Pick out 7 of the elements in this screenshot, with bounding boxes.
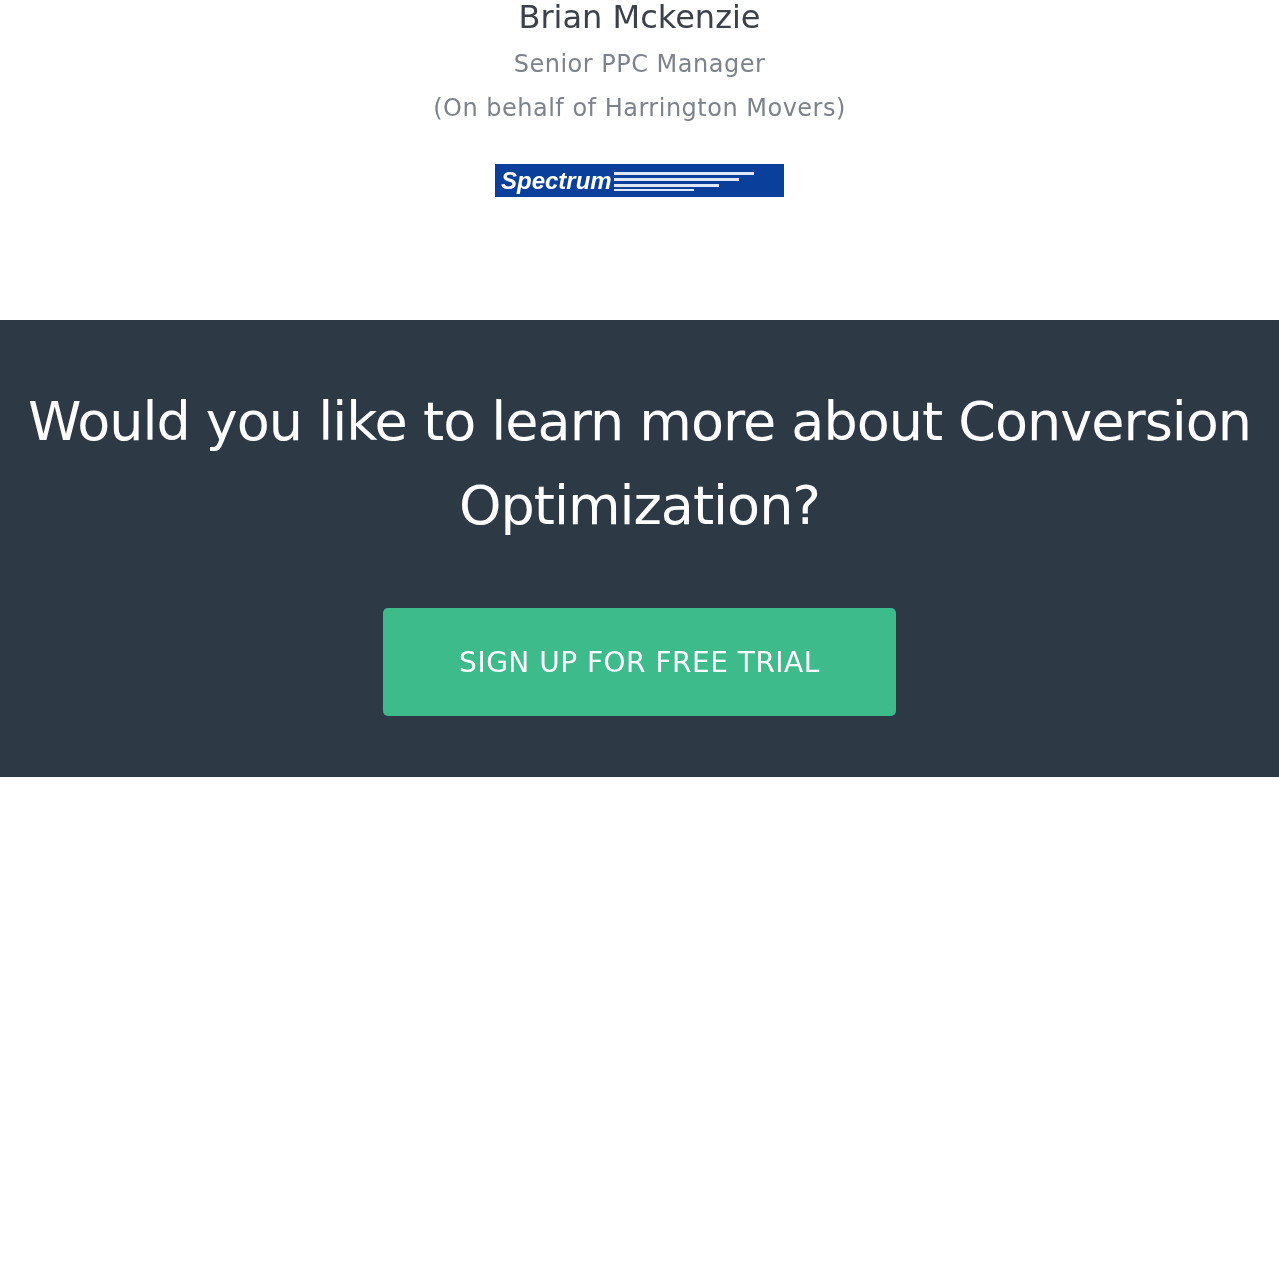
cta-heading: Would you like to learn more about Conversion Optimization? <box>26 389 1253 539</box>
logo-text: Spectrum <box>501 166 612 196</box>
person-name: Brian Mckenzie <box>518 0 761 34</box>
company-affiliation: (On behalf of Harrington Movers) <box>433 93 846 124</box>
speed-lines-icon <box>613 170 754 191</box>
free-trial-button[interactable]: SIGN UP FOR FREE TRIAL <box>383 608 896 716</box>
job-title: Senior PPC Manager <box>513 49 766 80</box>
